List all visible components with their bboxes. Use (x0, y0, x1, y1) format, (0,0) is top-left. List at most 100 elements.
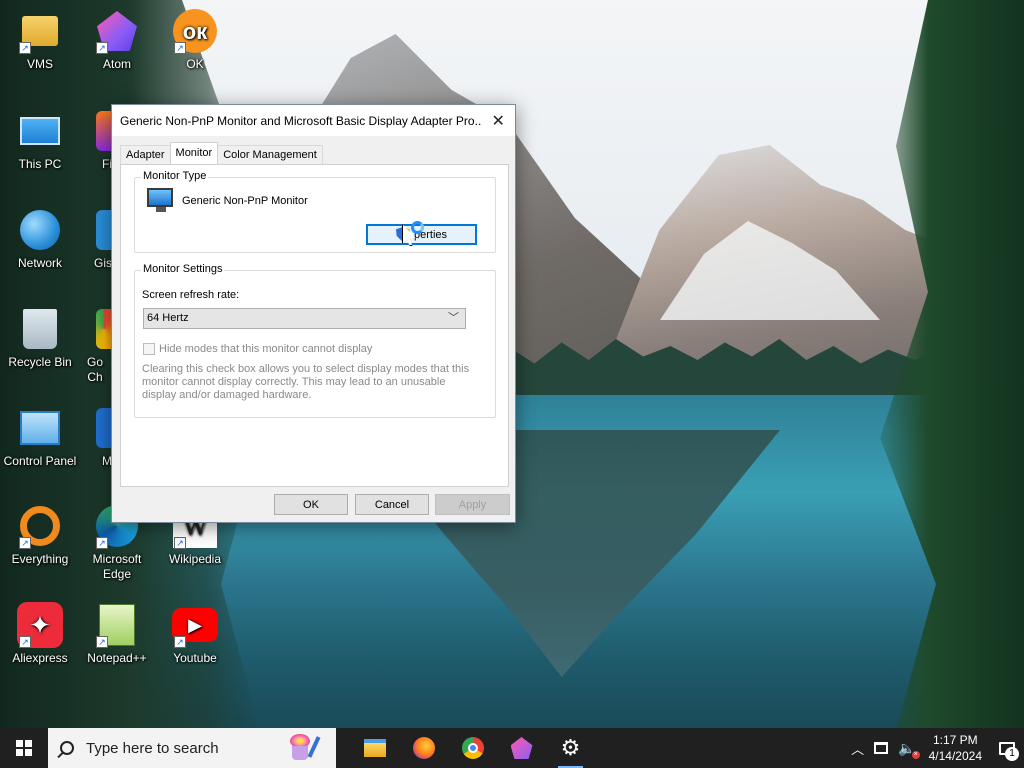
chevron-up-icon: ︿ (851, 741, 865, 757)
desktop-icon-ok[interactable]: ок ↗ OK (155, 8, 235, 72)
taskbar-search-box[interactable]: Type here to search (48, 728, 336, 768)
windows-logo-icon (16, 740, 32, 756)
desktop-icon-label: Microsoft Edge (92, 552, 142, 581)
desktop-icon-label: Control Panel (3, 454, 77, 468)
desktop-icon-label: Network (17, 256, 62, 270)
desktop-icon-label: Go Ch (86, 355, 103, 384)
monitor-type-group: Monitor Type Generic Non-PnP Monitor per… (134, 170, 496, 253)
desktop-icon-youtube[interactable]: ▶ ↗ Youtube (155, 602, 235, 666)
show-hidden-icons-button[interactable]: ︿ (846, 728, 869, 768)
desktop-icon-label: This PC (18, 157, 62, 171)
firefox-icon (78, 108, 112, 154)
monitor-icon (147, 188, 175, 214)
taskbar-atom[interactable] (497, 728, 546, 768)
settings-gear-icon: ⚙ (560, 735, 581, 760)
aliexpress-icon: ✦ ↗ (17, 602, 63, 648)
app-icon (78, 207, 112, 253)
dialog-tabs: Adapter Monitor Color Management (120, 142, 323, 164)
desktop-icon-label: Atom (102, 57, 131, 71)
start-button[interactable] (0, 728, 48, 768)
desktop-icon-label: Wikipedia (168, 552, 222, 566)
desktop-icon-label: Aliexpress (12, 651, 68, 665)
desktop-icon-recycle-bin[interactable]: Recycle Bin (0, 306, 80, 370)
chrome-icon (461, 737, 484, 759)
tab-adapter[interactable]: Adapter (120, 145, 171, 164)
hide-modes-checkbox[interactable] (143, 343, 155, 355)
atom-icon: ↗ (94, 8, 140, 54)
desktop-icon-chrome-partial[interactable]: Go Ch (78, 306, 112, 385)
dialog-title: Generic Non-PnP Monitor and Microsoft Ba… (120, 113, 482, 128)
taskbar-chrome[interactable] (448, 728, 497, 768)
notification-count-badge: 1 (1005, 747, 1019, 761)
search-highlight-art-icon (284, 734, 324, 762)
desktop-icon-atom[interactable]: ↗ Atom (77, 8, 157, 72)
desktop-icon-notepad-plus-plus[interactable]: ↗ Notepad++ (77, 602, 157, 666)
desktop-icon-label: Notepad++ (87, 651, 147, 665)
refresh-rate-select[interactable]: 64 Hertz ﹀ (143, 308, 466, 329)
search-icon (60, 741, 74, 755)
taskbar-firefox[interactable] (399, 728, 448, 768)
action-center-button[interactable]: 1 (990, 728, 1024, 768)
firefox-icon (412, 737, 435, 759)
desktop-icon-label: M (102, 454, 112, 468)
desktop-icon-partial[interactable]: M (78, 405, 112, 469)
taskbar-settings[interactable]: ⚙ (546, 728, 595, 768)
desktop-icon-control-panel[interactable]: Control Panel (0, 405, 80, 469)
desktop-icon-network[interactable]: Network (0, 207, 80, 271)
network-tray-button[interactable] (869, 728, 893, 768)
app-icon (78, 405, 112, 451)
chevron-down-icon: ﹀ (448, 312, 459, 324)
recycle-bin-icon (17, 306, 63, 352)
close-icon[interactable]: ✕ (481, 105, 515, 136)
desktop-icon-vms[interactable]: ↗ VMS (0, 8, 80, 72)
monitor-properties-dialog: Generic Non-PnP Monitor and Microsoft Ba… (111, 104, 516, 523)
control-panel-icon (17, 405, 63, 451)
busy-indicator-icon (411, 221, 424, 234)
everything-icon: ↗ (17, 503, 63, 549)
user-folder-icon: ↗ (17, 8, 63, 54)
desktop-icon-everything[interactable]: ↗ Everything (0, 503, 80, 567)
clock-date: 4/14/2024 (928, 749, 982, 763)
ok-icon: ок ↗ (172, 8, 218, 54)
monitor-settings-label: Monitor Settings (141, 263, 225, 275)
monitor-type-label: Monitor Type (141, 170, 209, 182)
taskbar: Type here to search ⚙ ︿ 🔈 × 1:17 PM 4/14/… (0, 728, 1024, 768)
clock-time: 1:17 PM (932, 733, 978, 747)
desktop-icon-label: VMS (26, 57, 53, 71)
notepad-plus-plus-icon: ↗ (94, 602, 140, 648)
atom-icon (510, 737, 533, 759)
hide-modes-row: Hide modes that this monitor cannot disp… (143, 343, 372, 355)
search-placeholder: Type here to search (86, 739, 219, 757)
monitor-name: Generic Non-PnP Monitor (182, 195, 308, 207)
apply-button: Apply (435, 494, 510, 515)
desktop-icon-aliexpress[interactable]: ✦ ↗ Aliexpress (0, 602, 80, 666)
speaker-muted-icon: 🔈 × (898, 739, 920, 759)
desktop-icon-label: Recycle Bin (8, 355, 72, 369)
desktop-icon-this-pc[interactable]: This PC (0, 108, 80, 172)
file-explorer-icon (363, 739, 386, 757)
tab-monitor[interactable]: Monitor (169, 142, 219, 164)
desktop-icon-label: Youtube (173, 651, 217, 665)
volume-tray-button[interactable]: 🔈 × (893, 728, 920, 768)
youtube-icon: ▶ ↗ (172, 602, 218, 648)
chrome-icon (78, 306, 112, 352)
ok-button[interactable]: OK (274, 494, 348, 515)
dialog-titlebar[interactable]: Generic Non-PnP Monitor and Microsoft Ba… (112, 105, 515, 136)
computer-icon (17, 108, 63, 154)
desktop-icon-label: Gis (94, 256, 112, 270)
tab-color-management[interactable]: Color Management (217, 145, 323, 164)
network-icon (17, 207, 63, 253)
hide-modes-label: Hide modes that this monitor cannot disp… (159, 343, 373, 355)
taskbar-file-explorer[interactable] (350, 728, 399, 768)
taskbar-clock[interactable]: 1:17 PM 4/14/2024 (921, 732, 990, 764)
refresh-rate-value: 64 Hertz (147, 312, 189, 324)
cancel-button[interactable]: Cancel (355, 494, 429, 515)
desktop-icon-firefox-partial[interactable]: Fi (78, 108, 112, 172)
desktop-icon-partial[interactable]: Gis (78, 207, 112, 271)
desktop-icon-label: Everything (11, 552, 69, 566)
desktop-icon-label: OK (186, 57, 204, 71)
hide-modes-help-text: Clearing this check box allows you to se… (142, 363, 470, 401)
monitor-settings-group: Monitor Settings Screen refresh rate: 64… (134, 263, 496, 418)
desktop-icon-label: Fi (102, 157, 112, 171)
network-icon (874, 742, 889, 754)
